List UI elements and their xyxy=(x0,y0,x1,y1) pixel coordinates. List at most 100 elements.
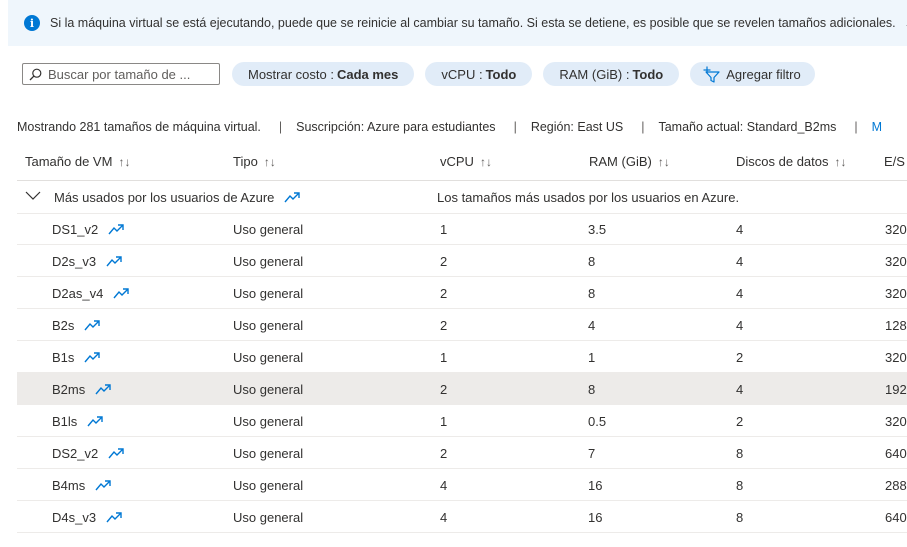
cost-filter-value: Cada mes xyxy=(336,66,399,82)
vcpu-filter-pill[interactable]: vCPU : Todo xyxy=(425,62,533,86)
cell-vcpu: 4 xyxy=(440,510,448,525)
column-header-disks[interactable]: Discos de datos ↑↓ xyxy=(736,154,847,169)
cell-size: B1s xyxy=(52,350,101,365)
column-header-type[interactable]: Tipo ↑↓ xyxy=(233,154,276,169)
cell-type: Uso general xyxy=(233,414,304,429)
table-row[interactable]: B2s Uso general 2 4 4 1280 xyxy=(17,309,907,341)
vcpu-filter-label: vCPU : xyxy=(441,66,483,82)
cell-disks: 4 xyxy=(736,382,744,397)
cell-io: 6400 xyxy=(885,446,907,461)
cell-io: 3200 xyxy=(885,286,907,301)
cell-io: 320 xyxy=(885,414,907,429)
banner-text: Si la máquina virtual se está ejecutando… xyxy=(50,16,896,30)
vm-size-label: D4s_v3 xyxy=(52,510,97,525)
sort-icon: ↑↓ xyxy=(118,155,131,169)
summary-bar: Mostrando 281 tamaños de máquina virtual… xyxy=(17,120,882,134)
divider: | xyxy=(854,120,858,134)
cell-disks: 4 xyxy=(736,254,744,269)
cell-type: Uso general xyxy=(233,222,304,237)
cell-disks: 4 xyxy=(736,286,744,301)
cell-ram: 8 xyxy=(588,286,596,301)
cell-size: DS1_v2 xyxy=(52,222,125,237)
current-size-info: Tamaño actual: Standard_B2ms xyxy=(658,120,837,134)
cell-type: Uso general xyxy=(233,446,304,461)
cell-ram: 1 xyxy=(588,350,596,365)
sort-icon: ↑↓ xyxy=(263,155,276,169)
cell-disks: 2 xyxy=(736,414,744,429)
table-row[interactable]: D4s_v3 Uso general 4 16 8 6400 xyxy=(17,501,907,533)
add-filter-button[interactable]: Agregar filtro xyxy=(690,62,815,86)
cell-vcpu: 2 xyxy=(440,286,448,301)
column-header-label: vCPU xyxy=(440,154,474,169)
cell-ram: 3.5 xyxy=(588,222,607,237)
vm-size-label: B1s xyxy=(52,350,75,365)
cell-size: B2ms xyxy=(52,382,112,397)
cell-io: 320 xyxy=(885,350,907,365)
column-header-vcpu[interactable]: vCPU ↑↓ xyxy=(440,154,492,169)
cell-vcpu: 2 xyxy=(440,446,448,461)
trending-icon xyxy=(95,383,111,395)
trending-icon xyxy=(87,415,103,427)
info-banner: i Si la máquina virtual se está ejecutan… xyxy=(8,0,907,46)
cell-size: DS2_v2 xyxy=(52,446,125,461)
cell-disks: 2 xyxy=(736,350,744,365)
cell-size: D2s_v3 xyxy=(52,254,123,269)
column-header-size[interactable]: Tamaño de VM ↑↓ xyxy=(25,154,130,169)
table-row[interactable]: DS1_v2 Uso general 1 3.5 4 3200 xyxy=(17,213,907,245)
column-header-label: Tipo xyxy=(233,154,258,169)
cell-size: B2s xyxy=(52,318,101,333)
column-header-io[interactable]: E/S xyxy=(884,154,905,169)
vm-size-label: B2ms xyxy=(52,382,86,397)
column-header-ram[interactable]: RAM (GiB) ↑↓ xyxy=(589,154,670,169)
truncated-link[interactable]: M xyxy=(872,120,882,134)
table-row[interactable]: D2as_v4 Uso general 2 8 4 3200 xyxy=(17,277,907,309)
cell-ram: 16 xyxy=(588,510,603,525)
toolbar: Mostrar costo : Cada mes vCPU : Todo RAM… xyxy=(22,62,815,86)
cell-vcpu: 1 xyxy=(440,414,448,429)
cell-vcpu: 2 xyxy=(440,318,448,333)
arrow-right-icon[interactable]: → xyxy=(904,15,907,31)
add-filter-icon xyxy=(702,66,722,83)
cell-type: Uso general xyxy=(233,382,304,397)
cell-io: 3200 xyxy=(885,254,907,269)
cell-disks: 8 xyxy=(736,510,744,525)
divider: | xyxy=(278,120,283,134)
search-input[interactable] xyxy=(48,66,208,82)
table-row[interactable]: B1ls Uso general 1 0.5 2 320 xyxy=(17,405,907,437)
ram-filter-label: RAM (GiB) : xyxy=(559,66,630,82)
trending-icon xyxy=(95,479,111,491)
chevron-down-icon[interactable] xyxy=(25,189,41,204)
cell-type: Uso general xyxy=(233,478,304,493)
trending-icon xyxy=(113,287,129,299)
group-description: Los tamaños más usados por los usuarios … xyxy=(437,190,740,205)
trending-icon xyxy=(108,447,124,459)
divider: | xyxy=(641,120,645,134)
table-row[interactable]: B2ms Uso general 2 8 4 1920 xyxy=(17,373,907,405)
ram-filter-value: Todo xyxy=(632,66,664,82)
cell-size: D4s_v3 xyxy=(52,510,123,525)
cell-size: D2as_v4 xyxy=(52,286,130,301)
search-box[interactable] xyxy=(22,63,220,85)
vm-size-label: DS1_v2 xyxy=(52,222,99,237)
ram-filter-pill[interactable]: RAM (GiB) : Todo xyxy=(543,62,680,86)
cell-type: Uso general xyxy=(233,510,304,525)
column-header-label: Tamaño de VM xyxy=(25,154,113,169)
table-row[interactable]: B1s Uso general 1 1 2 320 xyxy=(17,341,907,373)
vm-size-label: B2s xyxy=(52,318,75,333)
trending-icon xyxy=(108,223,124,235)
cell-type: Uso general xyxy=(233,254,304,269)
table-row[interactable]: B4ms Uso general 4 16 8 2880 xyxy=(17,469,907,501)
cell-type: Uso general xyxy=(233,350,304,365)
cell-disks: 4 xyxy=(736,222,744,237)
cell-ram: 8 xyxy=(588,382,596,397)
column-header-label: Discos de datos xyxy=(736,154,829,169)
table-row[interactable]: DS2_v2 Uso general 2 7 8 6400 xyxy=(17,437,907,469)
cell-vcpu: 2 xyxy=(440,382,448,397)
trending-icon xyxy=(84,319,100,331)
divider: | xyxy=(513,120,517,134)
vm-size-label: D2s_v3 xyxy=(52,254,97,269)
trending-icon xyxy=(84,351,100,363)
group-label: Más usados por los usuarios de Azure xyxy=(54,190,301,205)
table-row[interactable]: D2s_v3 Uso general 2 8 4 3200 xyxy=(17,245,907,277)
cost-filter-pill[interactable]: Mostrar costo : Cada mes xyxy=(232,62,415,86)
